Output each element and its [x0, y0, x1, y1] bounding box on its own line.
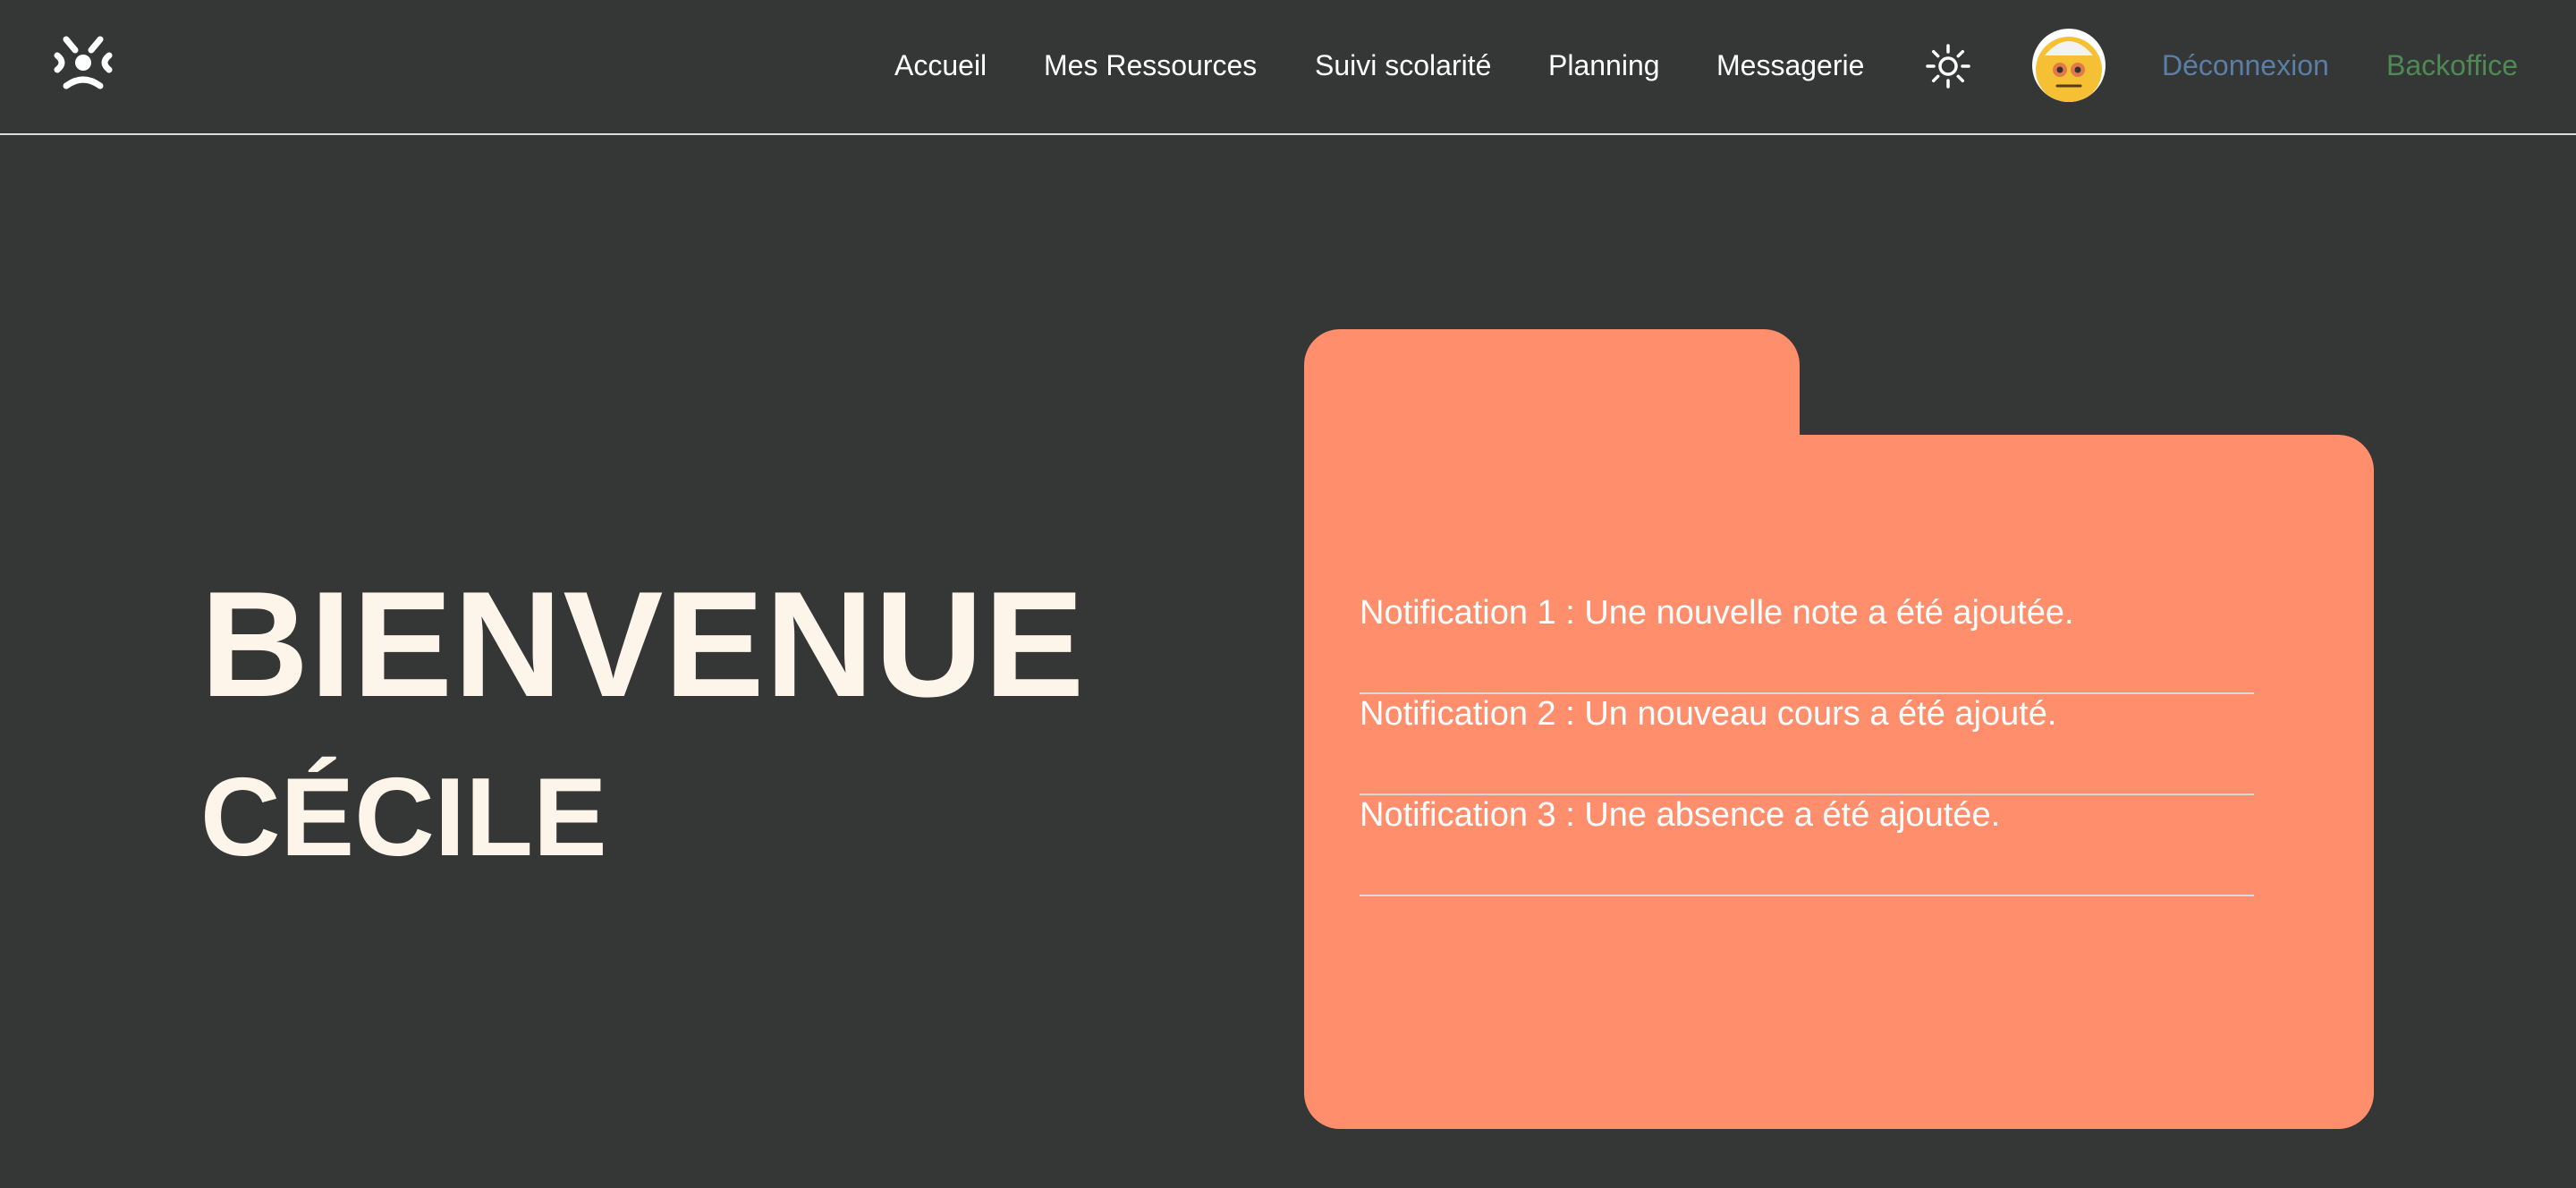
user-avatar[interactable] — [2032, 29, 2106, 102]
backoffice-link[interactable]: Backoffice — [2386, 49, 2518, 82]
notification-item[interactable]: Notification 2 : Un nouveau cours a été … — [1360, 695, 2254, 795]
welcome-heading: BIENVENUE — [200, 560, 1086, 728]
logout-link[interactable]: Déconnexion — [2162, 49, 2329, 82]
notification-item[interactable]: Notification 3 : Une absence a été ajout… — [1360, 796, 2254, 896]
sun-icon[interactable] — [1925, 43, 1971, 89]
app-logo-icon[interactable] — [54, 32, 113, 91]
nav-suivi-scolarite[interactable]: Suivi scolarité — [1315, 49, 1491, 82]
nav-accueil[interactable]: Accueil — [894, 49, 987, 82]
nav-planning[interactable]: Planning — [1548, 49, 1660, 82]
notification-text: Notification 3 : Une absence a été ajout… — [1360, 796, 2001, 834]
emoji-avatar — [2036, 37, 2102, 102]
notification-text: Notification 1 : Une nouvelle note a été… — [1360, 594, 2074, 632]
nav-messagerie[interactable]: Messagerie — [1716, 49, 1864, 82]
top-navigation-bar: Accueil Mes Ressources Suivi scolarité P… — [0, 0, 2576, 135]
notification-item[interactable]: Notification 1 : Une nouvelle note a été… — [1360, 594, 2254, 694]
nav-mes-ressources[interactable]: Mes Ressources — [1044, 49, 1257, 82]
user-name: CÉCILE — [200, 756, 607, 879]
notification-text: Notification 2 : Un nouveau cours a été … — [1360, 695, 2057, 733]
